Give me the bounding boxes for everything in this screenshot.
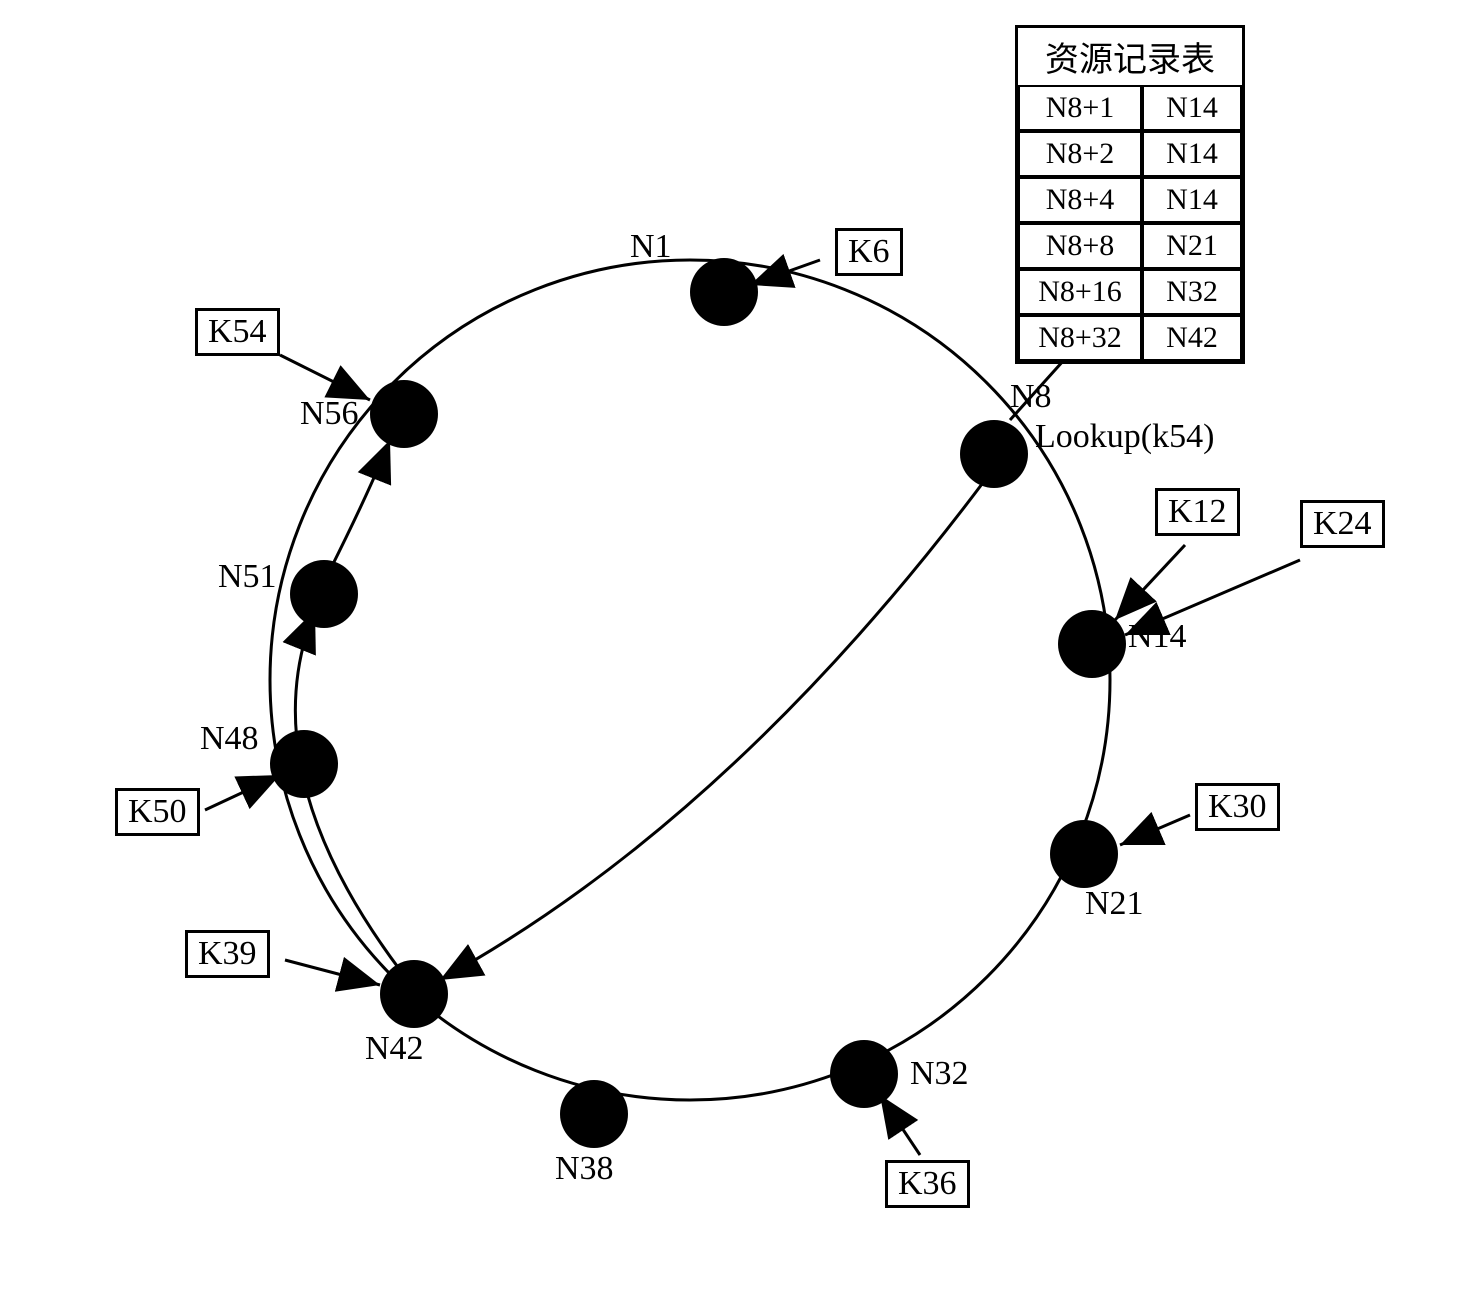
table-row: N8+16N32 [1018, 269, 1242, 315]
table-row: N8+4N14 [1018, 177, 1242, 223]
key-k6: K6 [835, 228, 903, 276]
key-k39: K39 [185, 930, 270, 978]
table-row: N8+1N14 [1018, 85, 1242, 131]
finger-table-title: 资源记录表 [1018, 28, 1242, 85]
node-n14 [1058, 610, 1126, 678]
node-n1 [690, 258, 758, 326]
label-n8-lookup: Lookup(k54) [1035, 418, 1214, 456]
node-n8 [960, 420, 1028, 488]
key-k54: K54 [195, 308, 280, 356]
label-n21: N21 [1085, 885, 1144, 923]
svg-overlay [0, 0, 1471, 1299]
node-n56 [370, 380, 438, 448]
table-row: N8+32N42 [1018, 315, 1242, 361]
key-k50: K50 [115, 788, 200, 836]
node-n21 [1050, 820, 1118, 888]
table-row: N8+2N14 [1018, 131, 1242, 177]
table-row: N8+8N21 [1018, 223, 1242, 269]
key-k12: K12 [1155, 488, 1240, 536]
label-n14: N14 [1128, 618, 1187, 656]
label-n1: N1 [630, 228, 672, 266]
label-n42: N42 [365, 1030, 424, 1068]
node-n38 [560, 1080, 628, 1148]
node-n32 [830, 1040, 898, 1108]
label-n8: N8 [1010, 378, 1052, 416]
chord-diagram: 资源记录表 N8+1N14 N8+2N14 N8+4N14 N8+8N21 N8… [0, 0, 1471, 1299]
node-n42 [380, 960, 448, 1028]
key-k24: K24 [1300, 500, 1385, 548]
label-n38: N38 [555, 1150, 614, 1188]
label-n48: N48 [200, 720, 259, 758]
key-k30: K30 [1195, 783, 1280, 831]
label-n51: N51 [218, 558, 277, 596]
label-n32: N32 [910, 1055, 969, 1093]
node-n51 [290, 560, 358, 628]
finger-table: 资源记录表 N8+1N14 N8+2N14 N8+4N14 N8+8N21 N8… [1015, 25, 1245, 364]
label-n56: N56 [300, 395, 359, 433]
key-k36: K36 [885, 1160, 970, 1208]
node-n48 [270, 730, 338, 798]
